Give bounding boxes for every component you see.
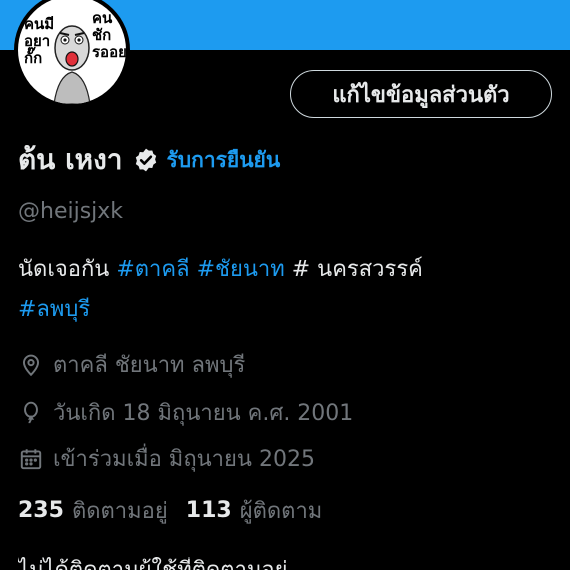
username-handle: @heijsjxk [18,199,124,224]
followers-label: ผู้ติดตาม [239,499,323,524]
joined-row: เข้าร่วมเมื่อ มิถุนายน 2025 [18,441,315,476]
bio-text: นัดเจอกัน [18,257,117,282]
edit-profile-button[interactable]: แก้ไขข้อมูลส่วนตัว [290,70,552,118]
name-row: ต้น เหงา รับการยืนยัน [18,138,280,182]
avatar[interactable]: คนมี อยา กั๊ก คน ชัก รออย [14,0,130,108]
location-text: ตาคลี ชัยนาท ลพบุรี [53,353,246,378]
avatar-caption-left: คนมี อยา กั๊ก [24,15,55,67]
hashtag-link[interactable]: #ลพบุรี [18,297,90,322]
hashtag-link[interactable]: #ชัยนาท [197,257,285,282]
birthday-row: วันเกิด 18 มิถุนายน ค.ศ. 2001 [18,395,353,430]
verified-badge-icon[interactable] [133,147,159,173]
hashtag-link[interactable]: #ตาคลี [116,257,189,282]
get-verified-link[interactable]: รับการยืนยัน [167,144,281,177]
bio: นัดเจอกัน #ตาคลี #ชัยนาท # นครสวรรค์ #ลพ… [18,250,548,330]
display-name: ต้น เหงา [18,143,123,176]
location-pin-icon [18,352,44,378]
bio-text: # นครสวรรค์ [291,257,423,282]
joined-text: เข้าร่วมเมื่อ มิถุนายน 2025 [53,447,315,472]
location-row: ตาคลี ชัยนาท ลพบุรี [18,347,245,382]
avatar-image: คนมี อยา กั๊ก คน ชัก รออย [18,0,126,104]
followers-count: 113 [185,498,232,523]
birthday-text: วันเกิด 18 มิถุนายน ค.ศ. 2001 [53,401,354,426]
follow-stats: 235 ติดตามอยู่ 113 ผู้ติดตาม [18,493,322,528]
following-link[interactable]: 235 ติดตามอยู่ [18,493,168,528]
following-label: ติดตามอยู่ [71,499,168,524]
following-count: 235 [18,498,64,523]
calendar-icon [18,446,44,472]
balloon-icon [18,400,44,426]
avatar-caption-right: คน ชัก รออย [92,9,126,61]
followers-link[interactable]: 113 ผู้ติดตาม [186,493,323,528]
followed-by-summary: ไม่ได้ติดตามผู้ใช้ที่ติดตามอยู่ [18,557,288,570]
